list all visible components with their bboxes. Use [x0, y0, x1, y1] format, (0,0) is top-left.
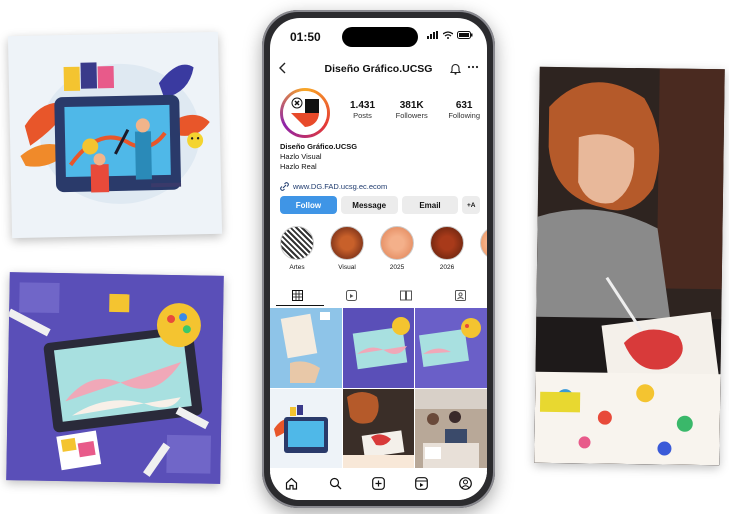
notifications-button[interactable] — [449, 62, 462, 80]
bio-line: Hazlo Real — [280, 162, 317, 171]
bio-name: Diseño Gráfico.UCSG — [280, 142, 358, 151]
battery-icon — [457, 31, 473, 39]
tab-reels[interactable] — [345, 288, 357, 306]
profile-stats: 1.431 Posts 381K Followers 631 Following — [350, 100, 480, 120]
signal-icon — [427, 31, 438, 39]
post-thumbnail[interactable] — [415, 388, 487, 468]
bell-icon — [449, 63, 462, 75]
reels-icon — [345, 290, 357, 301]
bottom-navigation — [270, 472, 487, 500]
create-icon — [372, 477, 385, 490]
stat-following[interactable]: 631 Following — [448, 100, 480, 120]
profile-avatar[interactable] — [280, 88, 330, 138]
highlight-cover — [380, 226, 414, 260]
highlight-visual[interactable]: Visual — [330, 226, 364, 271]
stat-followers[interactable]: 381K Followers — [396, 100, 428, 120]
highlight-artes[interactable]: Artes — [280, 226, 314, 271]
phone-mockup: 01:50 Diseño Gráfico.UCSG 1.431 Posts 38… — [262, 10, 495, 508]
post-thumbnail[interactable] — [415, 308, 487, 388]
post-thumbnail[interactable] — [270, 388, 342, 468]
search-icon — [329, 477, 342, 490]
profile-icon — [458, 477, 472, 490]
highlight-cover — [330, 226, 364, 260]
illustration-card-tablet — [6, 272, 224, 484]
profile-header: Diseño Gráfico.UCSG — [270, 58, 487, 82]
profile-tabs — [270, 288, 487, 306]
bio-line: Hazlo Visual — [280, 152, 322, 161]
nav-create[interactable] — [372, 477, 385, 495]
grid-icon — [291, 290, 303, 301]
message-button[interactable]: Message — [340, 196, 398, 214]
active-tab-indicator — [276, 305, 324, 306]
highlight-2025[interactable]: 2025 — [380, 226, 414, 271]
dynamic-island — [342, 27, 418, 47]
home-icon — [286, 477, 298, 490]
status-time: 01:50 — [290, 30, 321, 44]
highlight-20[interactable]: 20 — [480, 226, 487, 271]
nav-search[interactable] — [329, 477, 342, 495]
tablet-illustration — [6, 272, 224, 484]
stat-posts[interactable]: 1.431 Posts — [350, 100, 375, 120]
nav-home[interactable] — [285, 477, 298, 495]
post-thumbnail[interactable] — [342, 388, 415, 468]
wifi-icon — [443, 31, 453, 39]
email-button[interactable]: Email — [401, 196, 459, 214]
illustration-card-designer — [7, 31, 223, 239]
designer-illustration — [20, 62, 210, 204]
highlight-cover — [480, 226, 487, 260]
photo-card-artist — [534, 66, 725, 466]
reels-icon — [415, 477, 429, 490]
follow-button[interactable]: Follow — [280, 196, 337, 214]
more-icon — [467, 65, 479, 69]
nav-profile[interactable] — [458, 477, 472, 495]
story-highlights: Artes Visual 2025 2026 20 — [280, 226, 487, 271]
logo-icon — [283, 91, 327, 135]
tagged-icon — [454, 290, 466, 301]
post-thumbnail[interactable] — [270, 308, 342, 388]
bio-link[interactable]: www.DG.FAD.ucsg.ec.ecom — [280, 182, 387, 191]
profile-bio: Diseño Gráfico.UCSG Hazlo Visual Hazlo R… — [280, 142, 357, 172]
nav-reels[interactable] — [415, 477, 429, 495]
link-icon — [280, 182, 289, 191]
guides-icon — [399, 290, 412, 301]
artist-photo — [534, 66, 725, 466]
status-icons — [427, 31, 473, 39]
posts-grid — [270, 308, 487, 468]
highlight-cover — [430, 226, 464, 260]
add-user-button[interactable]: +A — [462, 196, 481, 214]
highlight-2026[interactable]: 2026 — [430, 226, 464, 271]
profile-actions: Follow Message Email +A — [280, 196, 481, 214]
tab-tagged[interactable] — [454, 288, 466, 306]
tab-posts[interactable] — [291, 288, 303, 306]
phone-screen: 01:50 Diseño Gráfico.UCSG 1.431 Posts 38… — [270, 18, 487, 500]
tab-guides[interactable] — [399, 288, 412, 306]
post-thumbnail[interactable] — [342, 308, 415, 388]
highlight-cover — [280, 226, 314, 260]
more-button[interactable] — [467, 59, 479, 76]
